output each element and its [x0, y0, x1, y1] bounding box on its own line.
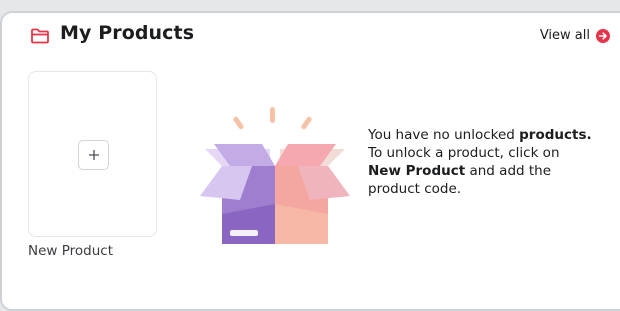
message-line2: To unlock a product, click on [368, 145, 560, 161]
new-product-label[interactable]: New Product [28, 243, 113, 259]
empty-state-message: You have no unlocked products. To unlock… [368, 126, 618, 198]
view-all-link[interactable]: View all [540, 28, 610, 43]
page-title: My Products [60, 22, 195, 44]
add-product-button[interactable] [78, 140, 109, 170]
message-new-product-bold: New Product [368, 163, 466, 179]
message-line3-suffix: and add the [465, 163, 552, 179]
message-line4: product code. [368, 181, 462, 197]
message-line1-prefix: You have no unlocked [368, 127, 520, 143]
folder-icon [31, 28, 49, 44]
plus-icon [88, 150, 99, 160]
arrow-right-circle-icon [596, 28, 610, 43]
open-box-icon [200, 107, 350, 244]
card-header: My Products View all [0, 0, 620, 60]
new-product-tile[interactable] [28, 71, 157, 237]
message-products-bold: products. [519, 127, 592, 143]
view-all-label: View all [539, 28, 590, 43]
